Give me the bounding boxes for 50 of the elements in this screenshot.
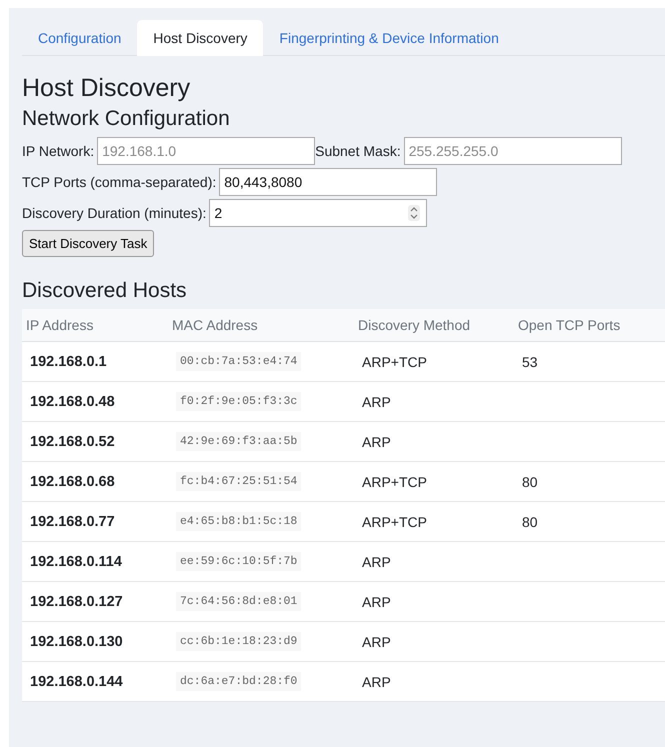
discovery-method: ARP+TCP: [362, 514, 427, 530]
column-header: Open TCP Ports: [517, 316, 622, 335]
discovery-method: ARP: [362, 434, 391, 450]
ip-address: 192.168.0.130: [30, 634, 123, 650]
column-header: Discovery Method: [357, 316, 472, 335]
discovery-method: ARP: [362, 634, 391, 650]
field-label: Discovery Duration (minutes):: [22, 205, 206, 221]
input-field[interactable]: 80,443,8080: [219, 168, 438, 196]
section-heading: Discovered Hosts: [22, 279, 188, 303]
ip-address: 192.168.0.48: [30, 394, 115, 410]
open-ports: 80: [522, 474, 538, 490]
start-discovery-button[interactable]: Start Discovery Task: [22, 230, 154, 257]
mac-address: dc:6a:e7:bd:28:f0: [176, 672, 302, 691]
mac-address: 42:9e:69:f3:aa:5b: [176, 432, 302, 451]
number-field[interactable]: 2: [209, 199, 428, 227]
page-title: Host Discovery: [22, 74, 192, 103]
ip-address: 192.168.0.114: [30, 554, 122, 570]
discovery-method: ARP: [362, 394, 391, 410]
column-header: IP Address: [25, 316, 94, 335]
discovery-method: ARP: [362, 674, 391, 690]
column-header: MAC Address: [171, 316, 259, 335]
mac-address: ee:59:6c:10:5f:7b: [176, 552, 302, 571]
mac-address: fc:b4:67:25:51:54: [176, 472, 302, 491]
input-field[interactable]: 192.168.1.0: [97, 137, 316, 165]
discovery-method: ARP: [362, 594, 391, 610]
discovery-method: ARP+TCP: [362, 474, 427, 490]
field-label: Subnet Mask:: [315, 143, 401, 159]
section-heading: Network Configuration: [22, 107, 231, 131]
mac-address: e4:65:b8:b1:5c:18: [176, 512, 302, 531]
mac-address: cc:6b:1e:18:23:d9: [176, 632, 302, 651]
tab[interactable]: Configuration: [22, 20, 138, 56]
open-ports: 53: [522, 354, 538, 370]
spinner-icon[interactable]: [408, 205, 420, 221]
input-field[interactable]: 255.255.255.0: [404, 137, 622, 165]
tab[interactable]: Fingerprinting & Device Information: [263, 20, 515, 56]
ip-address: 192.168.0.68: [30, 474, 115, 490]
ip-address: 192.168.0.52: [30, 434, 115, 450]
ip-address: 192.168.0.1: [30, 354, 107, 370]
ip-address: 192.168.0.144: [30, 674, 123, 690]
field-label: TCP Ports (comma-separated):: [22, 174, 216, 190]
mac-address: 7c:64:56:8d:e8:01: [176, 592, 302, 611]
ip-address: 192.168.0.127: [30, 594, 123, 610]
discovery-method: ARP: [362, 554, 391, 570]
mac-address: f0:2f:9e:05:f3:3c: [176, 392, 302, 411]
ip-address: 192.168.0.77: [30, 514, 115, 530]
discovery-method: ARP+TCP: [362, 354, 427, 370]
field-label: IP Network:: [22, 143, 94, 159]
mac-address: 00:cb:7a:53:e4:74: [176, 352, 302, 371]
open-ports: 80: [522, 514, 538, 530]
tab[interactable]: Host Discovery: [137, 20, 264, 56]
